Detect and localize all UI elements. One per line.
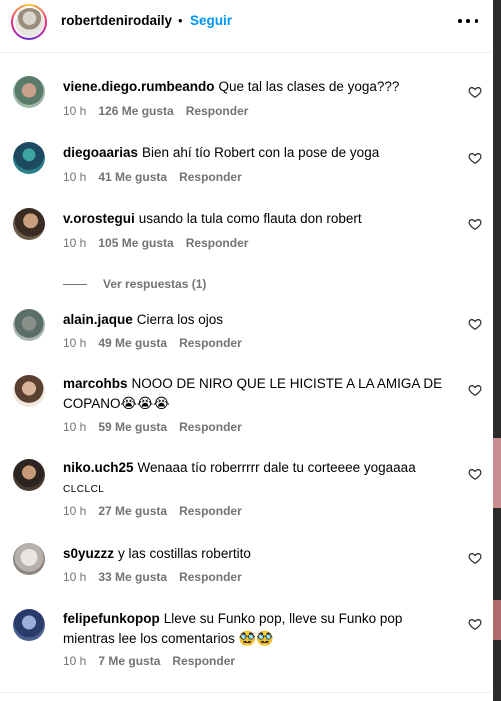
- comment-body: usando la tula como flauta don robert: [138, 211, 362, 226]
- heart-icon[interactable]: [468, 317, 482, 331]
- comment-emojis: 🥸🥸: [238, 630, 274, 646]
- heart-icon[interactable]: [468, 551, 482, 565]
- comment-likes[interactable]: 126 Me gusta: [98, 104, 173, 118]
- dot: [458, 19, 462, 23]
- comment-text: marcohbs NOOO DE NIRO QUE LE HICISTE A LA…: [63, 374, 443, 414]
- avatar[interactable]: [13, 76, 45, 108]
- comment-meta: 10 h 33 Me gusta Responder: [63, 570, 242, 584]
- background-strip-block: [493, 600, 501, 640]
- comment-meta: 10 h 59 Me gusta Responder: [63, 420, 242, 434]
- view-replies-label: Ver respuestas (1): [103, 277, 207, 291]
- avatar[interactable]: [13, 543, 45, 575]
- comment-likes[interactable]: 27 Me gusta: [98, 504, 167, 518]
- avatar[interactable]: [13, 309, 45, 341]
- avatar[interactable]: [13, 609, 45, 641]
- comment-time[interactable]: 10 h: [63, 336, 86, 350]
- heart-icon[interactable]: [468, 151, 482, 165]
- reply-button[interactable]: Responder: [179, 570, 242, 584]
- reply-button[interactable]: Responder: [172, 654, 235, 668]
- comment-username[interactable]: diegoaarias: [63, 145, 138, 160]
- comment-emojis: 😭😭😭: [120, 395, 170, 411]
- view-replies-button[interactable]: Ver respuestas (1): [63, 277, 206, 291]
- avatar[interactable]: [11, 4, 47, 40]
- dot: [474, 19, 478, 23]
- comment-body: y las costillas robertito: [118, 546, 251, 561]
- reply-button[interactable]: Responder: [179, 336, 242, 350]
- comment-time[interactable]: 10 h: [63, 420, 86, 434]
- avatar[interactable]: [13, 142, 45, 174]
- comment-text: viene.diego.rumbeando Que tal las clases …: [63, 77, 443, 97]
- comment-text: diegoaarias Bien ahí tío Robert con la po…: [63, 143, 443, 163]
- comments-panel: robertdenirodaily • Seguir viene.diego.r…: [0, 0, 493, 701]
- comment-meta: 10 h 49 Me gusta Responder: [63, 336, 242, 350]
- comment-meta: 10 h 41 Me gusta Responder: [63, 170, 242, 184]
- comment-meta: 10 h 7 Me gusta Responder: [63, 654, 235, 668]
- reply-button[interactable]: Responder: [179, 170, 242, 184]
- comment-text: v.orostegui usando la tula como flauta do…: [63, 209, 443, 229]
- comment-body: Cierra los ojos: [136, 312, 224, 327]
- avatar[interactable]: [13, 459, 45, 491]
- comment-likes[interactable]: 7 Me gusta: [98, 654, 160, 668]
- avatar-photo: [14, 7, 44, 37]
- avatar[interactable]: [13, 375, 45, 407]
- comment-meta: 10 h 126 Me gusta Responder: [63, 104, 248, 118]
- reply-button[interactable]: Responder: [186, 236, 249, 250]
- comment-body: Wenaaa tío roberrrrr dale tu corteeee yo…: [137, 460, 416, 475]
- avatar-ring: [13, 6, 45, 38]
- comment-likes[interactable]: 59 Me gusta: [98, 420, 167, 434]
- divider: [0, 692, 493, 693]
- more-options-icon[interactable]: [458, 13, 478, 29]
- comment-likes[interactable]: 105 Me gusta: [98, 236, 173, 250]
- comment-likes[interactable]: 49 Me gusta: [98, 336, 167, 350]
- heart-icon[interactable]: [468, 85, 482, 99]
- comment-meta: 10 h 27 Me gusta Responder: [63, 504, 242, 518]
- comment-username[interactable]: alain.jaque: [63, 312, 133, 327]
- comment-meta: 10 h 105 Me gusta Responder: [63, 236, 248, 250]
- comment-time[interactable]: 10 h: [63, 654, 86, 668]
- comment-username[interactable]: viene.diego.rumbeando: [63, 79, 215, 94]
- comment-time[interactable]: 10 h: [63, 170, 86, 184]
- avatar[interactable]: [13, 208, 45, 240]
- comment-username[interactable]: s0yuzzz: [63, 546, 114, 561]
- comment-body: Que tal las clases de yoga???: [218, 79, 400, 94]
- dot: [466, 19, 470, 23]
- comment-text: s0yuzzz y las costillas robertito: [63, 544, 443, 564]
- heart-icon[interactable]: [468, 617, 482, 631]
- comment-text: felipefunkopop Lleve su Funko pop, lleve …: [63, 609, 448, 649]
- heart-icon[interactable]: [468, 383, 482, 397]
- comment-text: niko.uch25 Wenaaa tío roberrrrr dale tu c…: [63, 458, 448, 500]
- post-header: robertdenirodaily • Seguir: [0, 0, 493, 53]
- comment-text: alain.jaque Cierra los ojos: [63, 310, 443, 330]
- reply-button[interactable]: Responder: [186, 104, 249, 118]
- comment-suffix: CLCLCL: [63, 484, 105, 495]
- comment-time[interactable]: 10 h: [63, 504, 86, 518]
- background-strip-block: [493, 438, 501, 508]
- header-separator: •: [178, 13, 183, 28]
- comment-username[interactable]: marcohbs: [63, 376, 128, 391]
- comment-time[interactable]: 10 h: [63, 570, 86, 584]
- divider: [63, 283, 87, 285]
- comment-body: Bien ahí tío Robert con la pose de yoga: [142, 145, 380, 160]
- reply-button[interactable]: Responder: [179, 504, 242, 518]
- comment-time[interactable]: 10 h: [63, 104, 86, 118]
- comment-username[interactable]: felipefunkopop: [63, 611, 160, 626]
- comment-likes[interactable]: 41 Me gusta: [98, 170, 167, 184]
- background-strip: [493, 0, 501, 701]
- comment-time[interactable]: 10 h: [63, 236, 86, 250]
- comment-username[interactable]: v.orostegui: [63, 211, 135, 226]
- reply-button[interactable]: Responder: [179, 420, 242, 434]
- follow-button[interactable]: Seguir: [190, 13, 232, 28]
- header-username[interactable]: robertdenirodaily: [61, 13, 172, 28]
- heart-icon[interactable]: [468, 467, 482, 481]
- comment-likes[interactable]: 33 Me gusta: [98, 570, 167, 584]
- comment-username[interactable]: niko.uch25: [63, 460, 134, 475]
- heart-icon[interactable]: [468, 217, 482, 231]
